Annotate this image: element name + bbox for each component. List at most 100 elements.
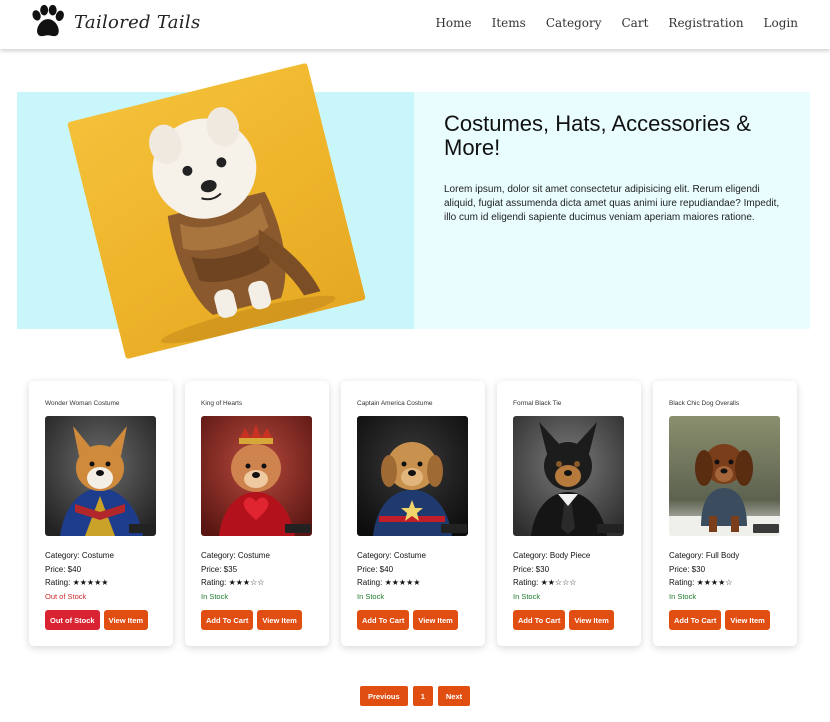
add-to-cart-button[interactable]: Add To Cart bbox=[201, 610, 254, 630]
brand-name: Tailored Tails bbox=[74, 11, 201, 33]
stock-status: In Stock bbox=[201, 591, 229, 601]
card-actions: Add To Cart View Item bbox=[357, 610, 458, 630]
product-title: Wonder Woman Costume bbox=[45, 400, 120, 407]
product-title: Formal Black Tie bbox=[513, 400, 562, 407]
hero-description: Lorem ipsum, dolor sit amet consectetur … bbox=[444, 184, 780, 223]
rating-stars: ★★★★★ bbox=[72, 578, 109, 587]
hero-title: Costumes, Hats, Accessories & More! bbox=[444, 111, 751, 160]
product-meta: Category: Costume Price: $35 Rating: ★★★… bbox=[201, 549, 270, 603]
category-label: Category: bbox=[669, 551, 706, 560]
price-label: Price: bbox=[201, 564, 224, 574]
add-to-cart-button[interactable]: Add To Cart bbox=[669, 610, 722, 630]
price-value: $30 bbox=[691, 564, 706, 574]
product-image bbox=[669, 416, 780, 536]
price-label: Price: bbox=[513, 564, 536, 574]
price-value: $35 bbox=[223, 564, 238, 574]
rating-label: Rating: bbox=[45, 578, 73, 587]
product-card: Black Chic Dog Overalls Category: Full B… bbox=[653, 381, 797, 646]
category-value: Costume bbox=[81, 551, 114, 560]
product-image bbox=[201, 416, 312, 536]
add-to-cart-button[interactable]: Add To Cart bbox=[513, 610, 566, 630]
view-item-button[interactable]: View Item bbox=[257, 610, 302, 630]
nav-registration[interactable]: Registration bbox=[668, 16, 743, 30]
rating-line: Rating: ★★★☆☆ bbox=[201, 576, 270, 590]
card-actions: Add To Cart View Item bbox=[513, 610, 614, 630]
stock-status: In Stock bbox=[669, 591, 697, 601]
card-actions: Out of Stock View Item bbox=[45, 610, 149, 630]
price-line: Price: $30 bbox=[669, 563, 739, 577]
category-line: Category: Full Body bbox=[669, 549, 739, 563]
product-card: Wonder Woman Costume Category: Costume P… bbox=[29, 381, 173, 646]
corgi-costume-illustration bbox=[45, 416, 156, 536]
out-of-stock-button[interactable]: Out of Stock bbox=[45, 610, 100, 630]
next-page-button[interactable]: Next bbox=[437, 686, 471, 706]
view-item-button[interactable]: View Item bbox=[569, 610, 614, 630]
price-line: Price: $30 bbox=[513, 563, 590, 577]
category-line: Category: Costume bbox=[201, 549, 270, 563]
price-label: Price: bbox=[357, 564, 380, 574]
category-label: Category: bbox=[45, 551, 82, 560]
rating-label: Rating: bbox=[357, 578, 385, 587]
rating-label: Rating: bbox=[513, 578, 541, 587]
king-of-hearts-illustration bbox=[201, 416, 312, 536]
category-value: Body Piece bbox=[549, 551, 591, 560]
stock-status: In Stock bbox=[513, 591, 541, 601]
rating-line: Rating: ★★★★★ bbox=[357, 576, 426, 590]
price-line: Price: $35 bbox=[201, 563, 270, 577]
stock-status: In Stock bbox=[357, 591, 385, 601]
product-card: Captain America Costume Category: Costum… bbox=[341, 381, 485, 646]
nav-items[interactable]: Items bbox=[492, 16, 526, 30]
category-line: Category: Costume bbox=[45, 549, 114, 563]
price-line: Price: $40 bbox=[45, 563, 114, 577]
paw-icon bbox=[32, 4, 64, 37]
price-label: Price: bbox=[669, 564, 692, 574]
product-meta: Category: Costume Price: $40 Rating: ★★★… bbox=[45, 549, 114, 603]
price-value: $40 bbox=[67, 564, 82, 574]
category-value: Full Body bbox=[705, 551, 740, 560]
view-item-button[interactable]: View Item bbox=[103, 610, 149, 630]
nav-category[interactable]: Category bbox=[546, 16, 602, 30]
category-value: Costume bbox=[237, 551, 270, 560]
nav-login[interactable]: Login bbox=[764, 16, 798, 30]
card-actions: Add To Cart View Item bbox=[669, 610, 770, 630]
product-image bbox=[357, 416, 468, 536]
view-item-button[interactable]: View Item bbox=[413, 610, 458, 630]
product-card: Formal Black Tie Category: Body Piece Pr… bbox=[497, 381, 641, 646]
brand-link[interactable]: Tailored Tails bbox=[28, 4, 200, 40]
category-line: Category: Costume bbox=[357, 549, 426, 563]
rating-line: Rating: ★★☆☆☆ bbox=[513, 576, 590, 590]
rating-line: Rating: ★★★★★ bbox=[45, 576, 114, 590]
add-to-cart-button[interactable]: Add To Cart bbox=[357, 610, 410, 630]
category-line: Category: Body Piece bbox=[513, 549, 590, 563]
product-meta: Category: Costume Price: $40 Rating: ★★★… bbox=[357, 549, 426, 603]
category-value: Costume bbox=[393, 551, 426, 560]
product-card: King of Hearts Category: Costume Price: … bbox=[185, 381, 329, 646]
stock-status: Out of Stock bbox=[45, 591, 87, 601]
product-title: Captain America Costume bbox=[357, 400, 433, 407]
rating-stars: ★★★☆☆ bbox=[228, 578, 265, 587]
view-item-button[interactable]: View Item bbox=[725, 610, 770, 630]
rating-stars: ★★★★★ bbox=[384, 578, 421, 587]
rating-stars: ★★★★☆ bbox=[696, 578, 733, 587]
product-title: Black Chic Dog Overalls bbox=[669, 400, 740, 407]
rating-label: Rating: bbox=[669, 578, 697, 587]
price-line: Price: $40 bbox=[357, 563, 426, 577]
product-grid: Wonder Woman Costume Category: Costume P… bbox=[29, 381, 797, 646]
card-actions: Add To Cart View Item bbox=[201, 610, 302, 630]
chic-overalls-illustration bbox=[669, 416, 780, 536]
product-meta: Category: Full Body Price: $30 Rating: ★… bbox=[669, 549, 739, 603]
rating-label: Rating: bbox=[201, 578, 229, 587]
price-value: $40 bbox=[379, 564, 394, 574]
previous-page-button[interactable]: Previous bbox=[360, 686, 408, 706]
pagination: Previous 1 Next bbox=[360, 686, 471, 706]
category-label: Category: bbox=[513, 551, 550, 560]
nav-links: Home Items Category Cart Registration Lo… bbox=[435, 16, 798, 30]
category-label: Category: bbox=[357, 551, 394, 560]
rating-stars: ★★☆☆☆ bbox=[540, 578, 577, 587]
page-number-button[interactable]: 1 bbox=[412, 686, 433, 706]
nav-cart[interactable]: Cart bbox=[622, 16, 649, 30]
price-value: $30 bbox=[535, 564, 550, 574]
nav-home[interactable]: Home bbox=[435, 16, 471, 30]
product-image bbox=[45, 416, 156, 536]
product-title: King of Hearts bbox=[201, 400, 243, 407]
